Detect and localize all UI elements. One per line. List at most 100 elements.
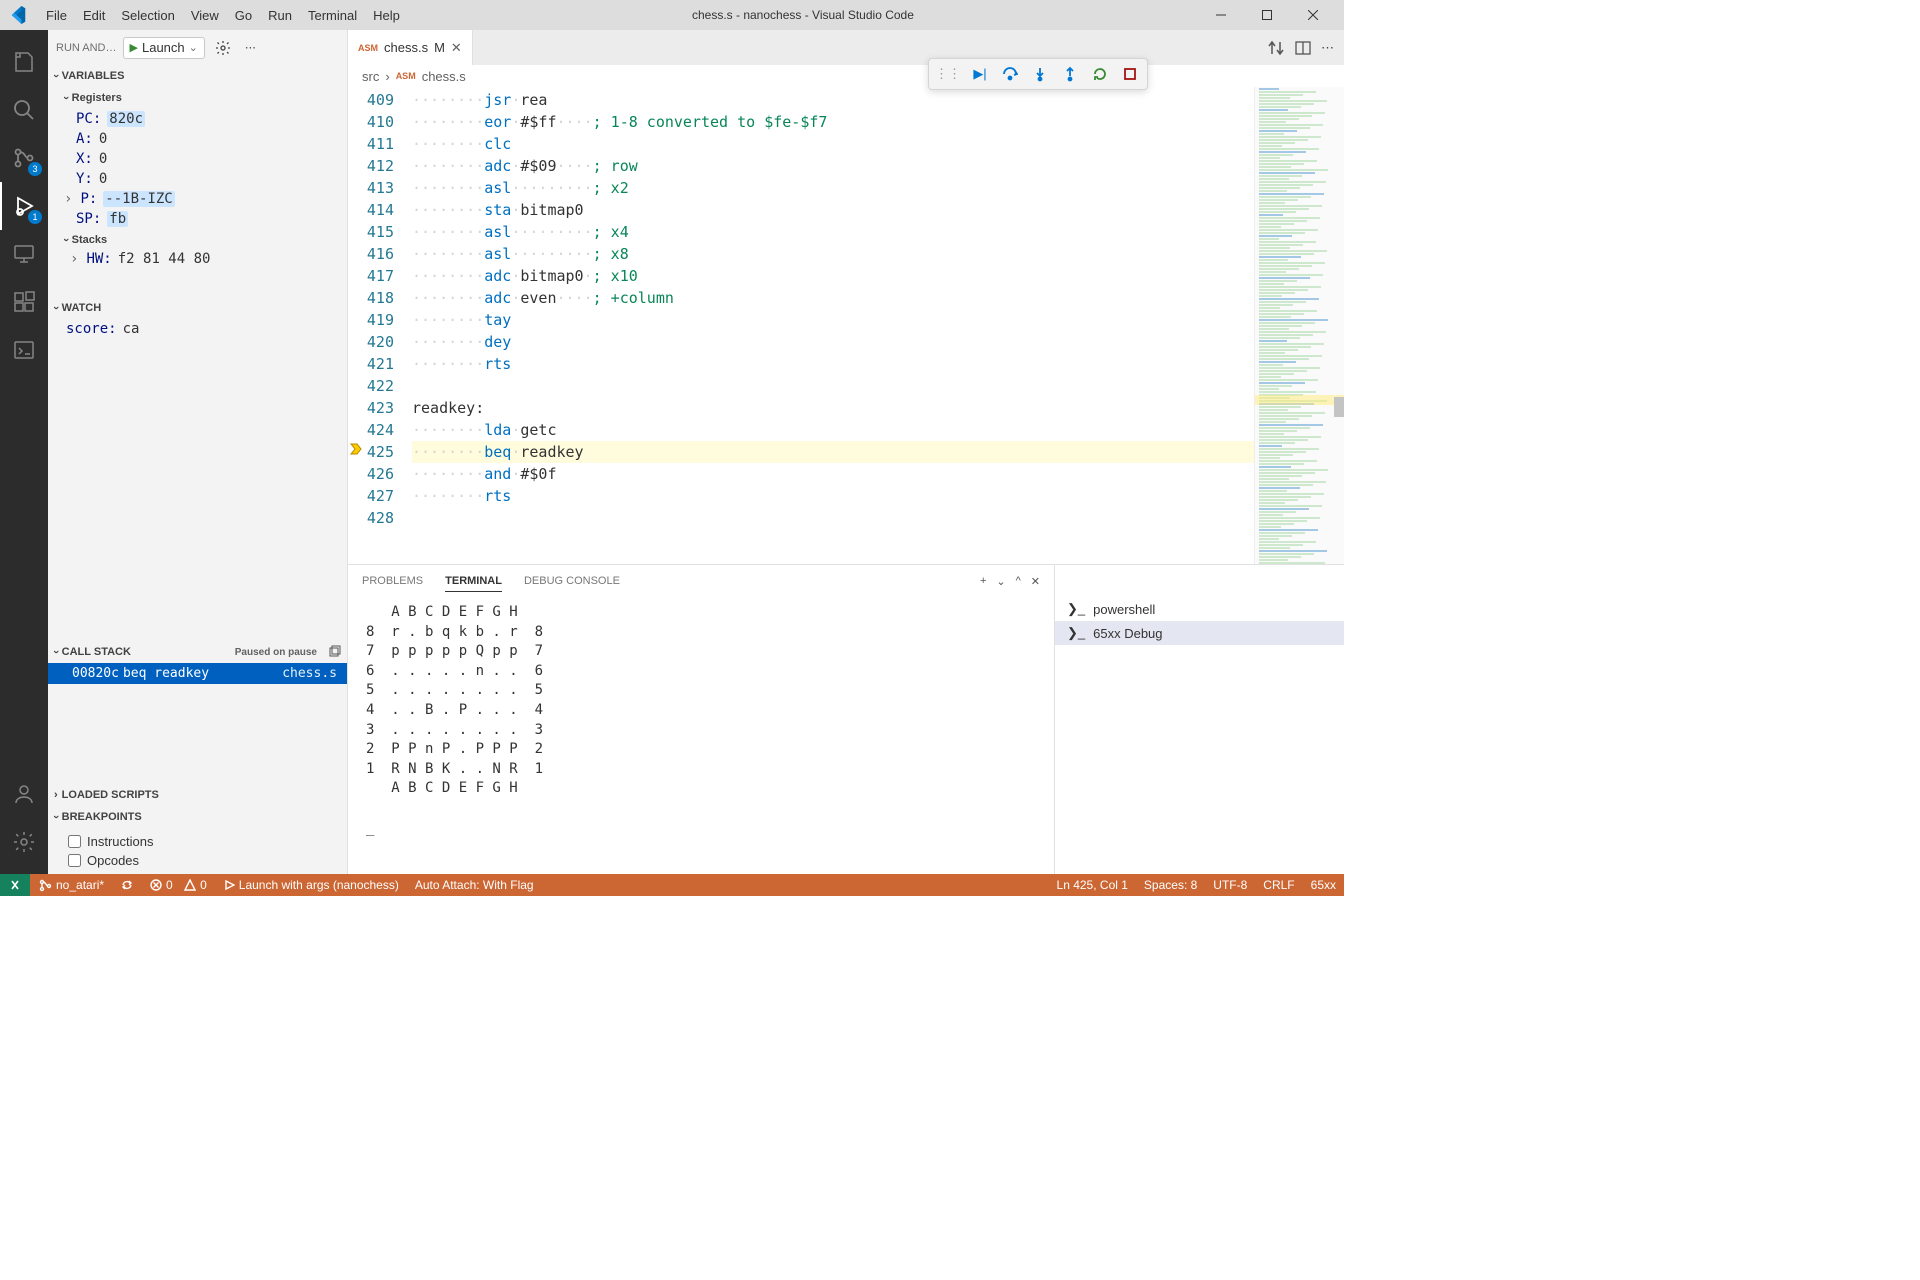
breakpoint-item[interactable]: Opcodes: [48, 851, 347, 870]
drag-grip-icon[interactable]: ⋮⋮: [935, 66, 961, 82]
breakpoints-list: InstructionsOpcodes: [48, 828, 347, 874]
code-editor[interactable]: 4094104114124134144154164174184194204214…: [348, 87, 1344, 564]
watch-section-header[interactable]: ›WATCH: [48, 297, 347, 319]
search-icon[interactable]: [0, 86, 48, 134]
debug-toolbar[interactable]: ⋮⋮ ▶|: [928, 58, 1148, 90]
more-editor-actions-icon[interactable]: ⋯: [1321, 40, 1334, 56]
debug-badge: 1: [28, 210, 42, 224]
minimap-scroll-thumb[interactable]: [1334, 397, 1344, 417]
menu-file[interactable]: File: [38, 4, 75, 27]
terminal-split-chevron-icon[interactable]: ⌄: [996, 575, 1005, 588]
scm-badge: 3: [28, 162, 42, 176]
stop-button[interactable]: [1119, 63, 1141, 85]
explorer-icon[interactable]: [0, 38, 48, 86]
account-icon[interactable]: [0, 770, 48, 818]
loaded-scripts-header[interactable]: ›LOADED SCRIPTS: [48, 784, 347, 806]
run-debug-icon[interactable]: 1: [0, 182, 48, 230]
indentation-indicator[interactable]: Spaces: 8: [1136, 878, 1205, 892]
auto-attach-indicator[interactable]: Auto Attach: With Flag: [407, 874, 542, 896]
menu-run[interactable]: Run: [260, 4, 300, 27]
remote-indicator[interactable]: [0, 874, 30, 896]
menu-view[interactable]: View: [183, 4, 227, 27]
close-panel-icon[interactable]: ✕: [1031, 575, 1040, 588]
tab-terminal[interactable]: TERMINAL: [445, 571, 502, 592]
branch-indicator[interactable]: no_atari*: [30, 874, 112, 896]
step-into-button[interactable]: [1029, 63, 1051, 85]
language-mode-indicator[interactable]: 65xx: [1303, 878, 1344, 892]
menu-terminal[interactable]: Terminal: [300, 4, 365, 27]
menu-edit[interactable]: Edit: [75, 4, 113, 27]
maximize-panel-icon[interactable]: ^: [1016, 575, 1021, 587]
close-tab-icon[interactable]: ✕: [451, 40, 462, 56]
registers-header[interactable]: ›Registers: [48, 87, 347, 109]
breakpoint-item[interactable]: Instructions: [48, 832, 347, 851]
editor-tabs: ASM chess.s M ✕ ⋯: [348, 30, 1344, 65]
callstack-copy-icon[interactable]: [327, 645, 341, 659]
eol-indicator[interactable]: CRLF: [1255, 878, 1302, 892]
breadcrumb[interactable]: src › ASM chess.s: [348, 65, 1344, 87]
extensions-icon[interactable]: [0, 278, 48, 326]
terminal-item-65xx-debug[interactable]: ❯_65xx Debug: [1055, 621, 1344, 645]
register-row[interactable]: PC:820c: [48, 109, 347, 129]
tab-problems[interactable]: PROBLEMS: [362, 571, 423, 591]
stacks-header[interactable]: ›Stacks: [48, 229, 347, 251]
variables-title: VARIABLES: [62, 70, 125, 82]
play-icon: ▶: [130, 41, 138, 54]
minimize-button[interactable]: [1198, 0, 1244, 30]
watch-item[interactable]: score:ca: [48, 319, 347, 339]
terminal-shell-icon: ❯_: [1067, 625, 1085, 641]
register-row[interactable]: X:0: [48, 149, 347, 169]
menu-go[interactable]: Go: [227, 4, 260, 27]
registers-group: ›Registers PC:820cA:0X:0Y:0›P:--1B-IZCSP…: [48, 87, 347, 267]
register-row[interactable]: ›P:--1B-IZC: [48, 189, 347, 209]
maximize-button[interactable]: [1244, 0, 1290, 30]
breakpoints-section-header[interactable]: ›BREAKPOINTS: [48, 806, 347, 828]
minimap[interactable]: [1254, 87, 1344, 564]
callstack-section-header[interactable]: ›CALL STACKPaused on pause: [48, 641, 347, 663]
encoding-indicator[interactable]: UTF-8: [1205, 878, 1255, 892]
remote-explorer-icon[interactable]: [0, 230, 48, 278]
panel-tabs: PROBLEMS TERMINAL DEBUG CONSOLE + ⌄ ^ ✕: [348, 565, 1054, 597]
register-row[interactable]: A:0: [48, 129, 347, 149]
split-editor-icon[interactable]: [1295, 40, 1311, 56]
terminal-tab-icon[interactable]: [0, 326, 48, 374]
chevron-down-icon: ⌄: [189, 41, 198, 54]
breakpoint-checkbox[interactable]: [68, 835, 81, 848]
tab-debug-console[interactable]: DEBUG CONSOLE: [524, 571, 620, 591]
paused-label: Paused on pause: [235, 647, 317, 658]
close-window-button[interactable]: [1290, 0, 1336, 30]
launch-config-selector[interactable]: ▶ Launch ⌄: [123, 37, 205, 59]
register-row[interactable]: Y:0: [48, 169, 347, 189]
more-actions-icon[interactable]: ⋯: [241, 39, 260, 56]
breakpoint-checkbox[interactable]: [68, 854, 81, 867]
callstack-frame[interactable]: 00820c beq readkey chess.s: [48, 663, 347, 684]
configure-gear-icon[interactable]: [211, 38, 235, 58]
source-control-icon[interactable]: 3: [0, 134, 48, 182]
window-title: chess.s - nanochess - Visual Studio Code: [412, 8, 1194, 22]
cursor-position[interactable]: Ln 425, Col 1: [1049, 878, 1136, 892]
menu-help[interactable]: Help: [365, 4, 408, 27]
step-over-button[interactable]: [999, 63, 1021, 85]
compare-changes-icon[interactable]: [1267, 39, 1285, 57]
problems-indicator[interactable]: 0 0: [142, 874, 215, 896]
terminal-item-powershell[interactable]: ❯_powershell: [1055, 597, 1344, 621]
step-out-button[interactable]: [1059, 63, 1081, 85]
status-bar: no_atari* 0 0 Launch with args (nanoches…: [0, 874, 1344, 896]
debug-launch-indicator[interactable]: Launch with args (nanochess): [215, 874, 407, 896]
asm-file-icon: ASM: [358, 43, 378, 53]
menu-selection[interactable]: Selection: [113, 4, 182, 27]
run-debug-header: RUN AND… ▶ Launch ⌄ ⋯: [48, 30, 347, 65]
sync-indicator[interactable]: [112, 874, 142, 896]
register-row[interactable]: SP:fb: [48, 209, 347, 229]
variables-section-header[interactable]: ›VARIABLES: [48, 65, 347, 87]
settings-gear-icon[interactable]: [0, 818, 48, 866]
tab-chess-s[interactable]: ASM chess.s M ✕: [348, 30, 473, 65]
stack-hw-row[interactable]: ›HW:f2 81 44 80: [48, 251, 347, 267]
current-line-arrow-icon: [350, 443, 362, 455]
continue-button[interactable]: ▶|: [969, 63, 991, 85]
asm-file-icon: ASM: [396, 71, 416, 81]
new-terminal-icon[interactable]: +: [980, 575, 986, 587]
restart-button[interactable]: [1089, 63, 1111, 85]
editor-area: ASM chess.s M ✕ ⋯ src › ASM chess.s ⋮⋮ ▶…: [348, 30, 1344, 874]
terminal-output[interactable]: A B C D E F G H 8 r . b q k b . r 8 7 p …: [348, 597, 1054, 874]
